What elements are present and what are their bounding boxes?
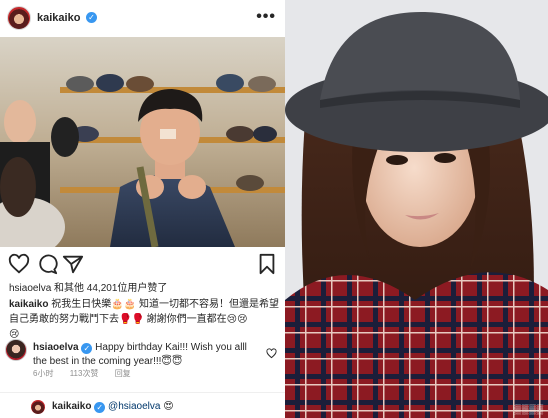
- likes-count[interactable]: hsiaoelva 和其他 44,201位用户赞了: [9, 279, 167, 294]
- comment-time: 6小时: [33, 369, 54, 378]
- watermark: ▒▒▒▒: [514, 404, 544, 414]
- caption-line-1: 祝我生日快樂🎂🎂 知道一切都不容易！但還是希望: [51, 299, 279, 310]
- reply-button[interactable]: 回复: [115, 369, 131, 378]
- post-username[interactable]: kaikaiko: [37, 12, 80, 24]
- verified-icon: ✓: [81, 343, 93, 354]
- caption-line-2: 自己勇敢的努力戰鬥下去🥊🥊 謝謝你們一直都在😢😢: [9, 314, 248, 325]
- avatar[interactable]: [7, 6, 31, 30]
- post-header: kaikaiko ✓ •••: [0, 0, 285, 37]
- comment-likes[interactable]: 113次赞: [70, 369, 99, 378]
- reply-text: kaikaiko ✓ @hsiaoelva 😍: [52, 401, 174, 413]
- comment: hsiaoelva ✓ Happy birthday Kai!!! Wish y…: [0, 335, 285, 395]
- comment-meta: 6小时 113次赞 回复: [33, 368, 145, 379]
- more-icon[interactable]: •••: [256, 8, 276, 26]
- comment-heart-icon[interactable]: [266, 348, 277, 359]
- reply-preview: kaikaiko ✓ @hsiaoelva 😍: [0, 392, 285, 418]
- verified-icon: ✓: [86, 12, 97, 23]
- portrait-image: [285, 0, 548, 418]
- portrait-photo: ▒▒▒▒: [285, 0, 548, 418]
- comment-text: hsiaoelva ✓ Happy birthday Kai!!! Wish y…: [33, 341, 265, 369]
- instagram-post: kaikaiko ✓ ••• hsiaoelva 和其他 44,201位用户赞了…: [0, 0, 285, 418]
- comment-avatar[interactable]: [5, 339, 27, 361]
- reply-username[interactable]: kaikaiko: [52, 401, 91, 412]
- reply-mention[interactable]: @hsiaoelva: [108, 401, 160, 412]
- comment-username[interactable]: hsiaoelva: [33, 342, 79, 353]
- comment-line-2: the best in the coming year!!!😇😇: [33, 356, 183, 367]
- reply-emoji: 😍: [163, 401, 174, 412]
- bookmark-icon[interactable]: [256, 253, 278, 275]
- share-icon[interactable]: [62, 253, 84, 275]
- caption-username[interactable]: kaikaiko: [9, 299, 48, 310]
- comment-line-1: Happy birthday Kai!!! Wish you alll: [95, 342, 247, 353]
- post-actions: [0, 253, 285, 275]
- heart-icon[interactable]: [8, 253, 30, 275]
- reply-avatar[interactable]: [31, 400, 45, 414]
- comment-icon[interactable]: [36, 253, 58, 275]
- post-photo[interactable]: [0, 37, 285, 247]
- verified-icon: ✓: [94, 402, 106, 413]
